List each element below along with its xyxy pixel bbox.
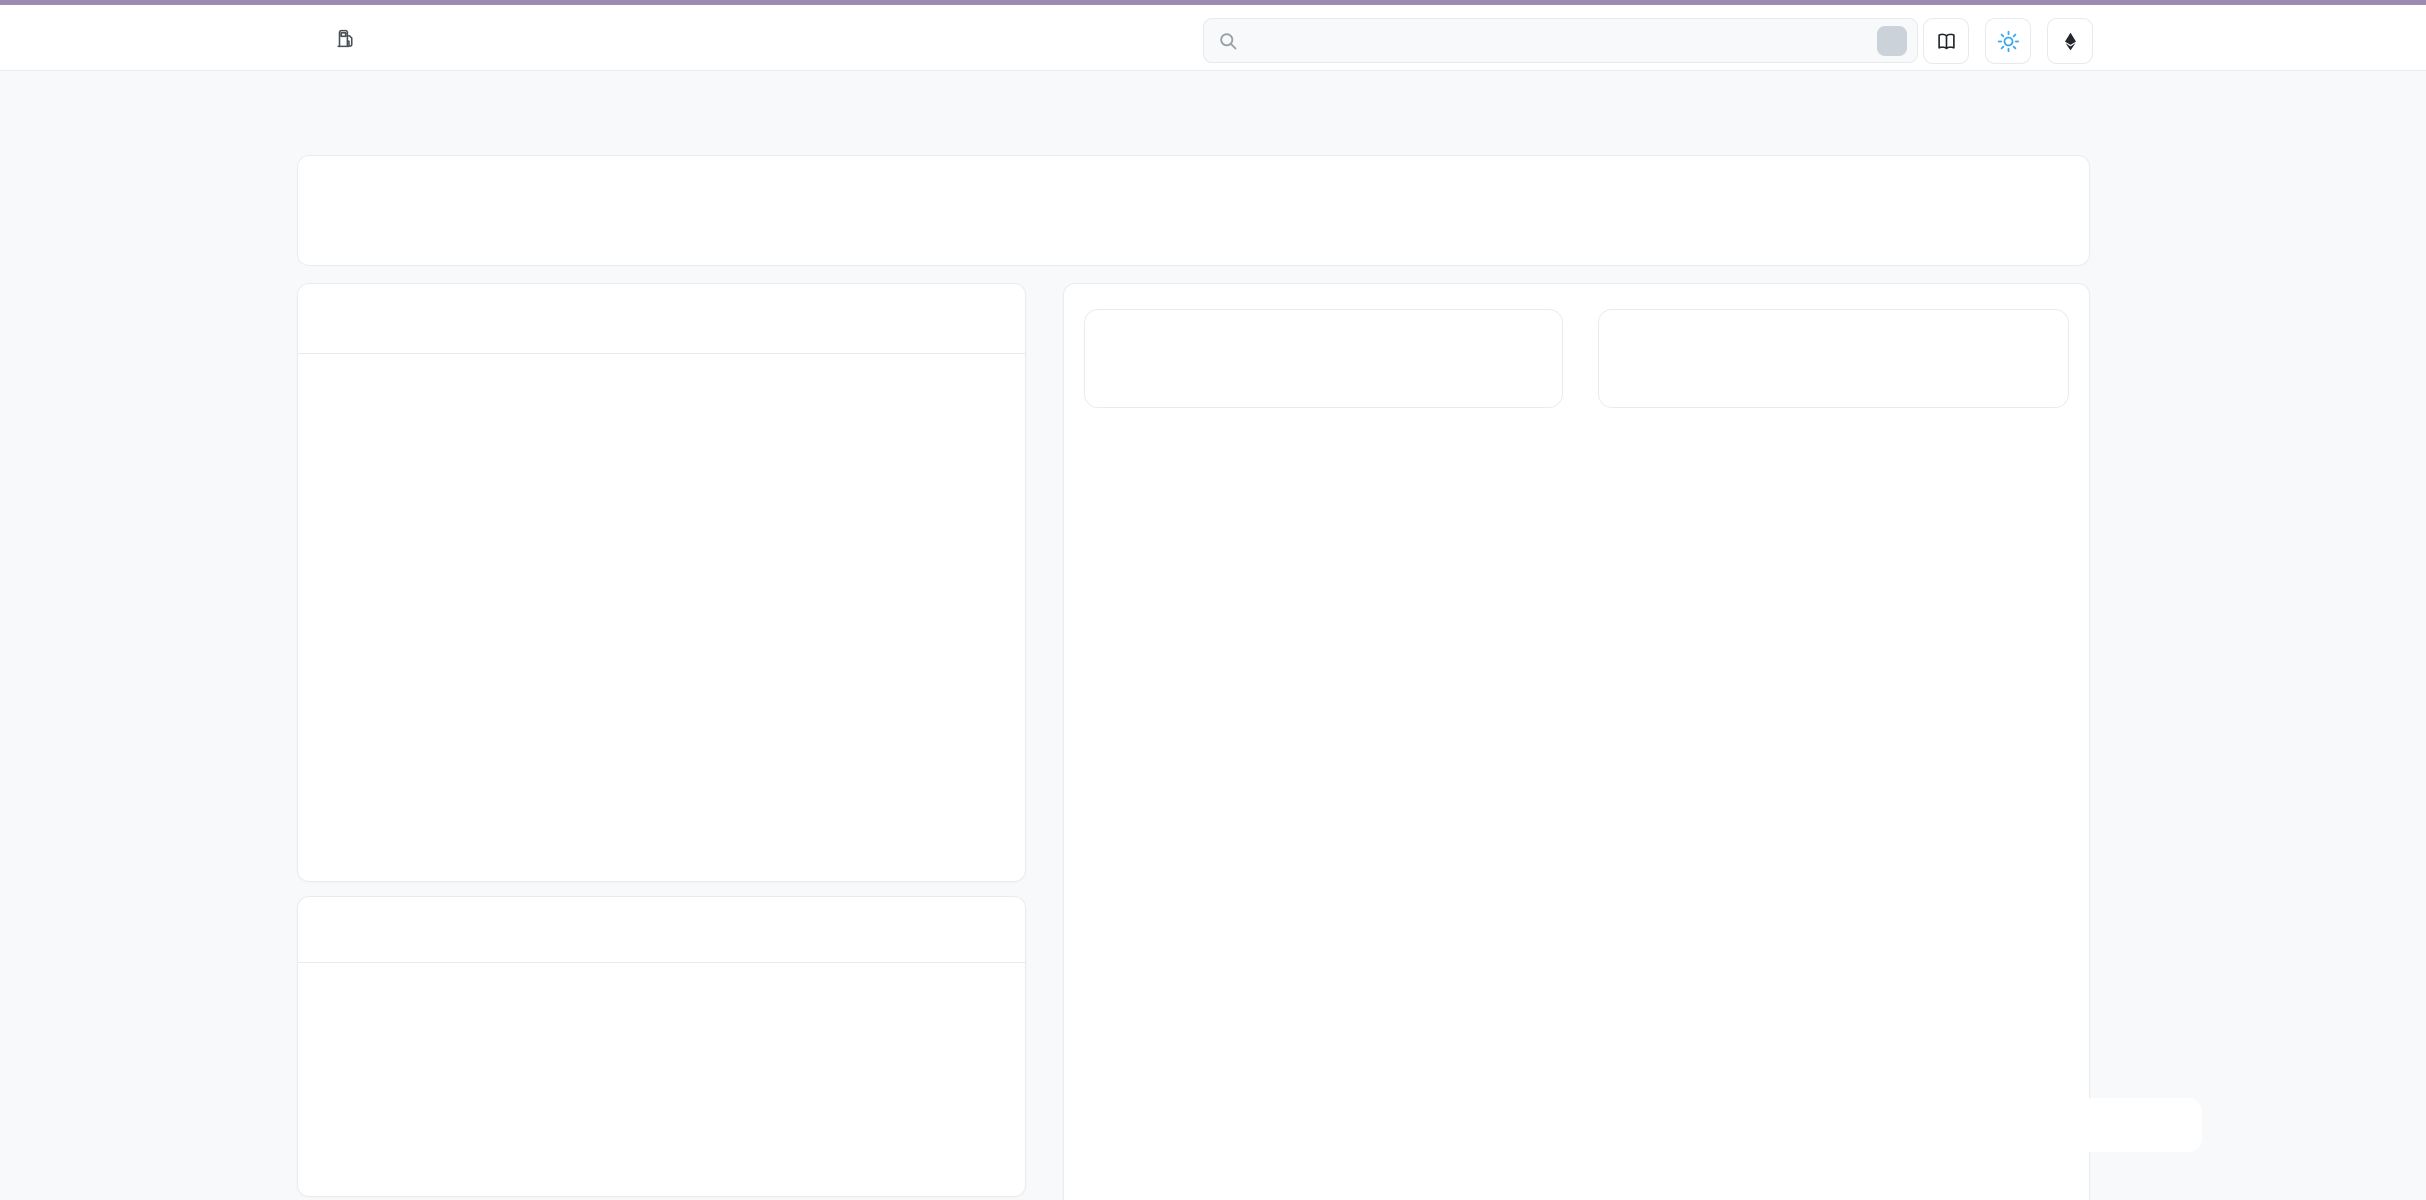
- book-icon: [1935, 30, 1958, 53]
- docs-button[interactable]: [1923, 18, 1969, 64]
- supply-pie-chart: [1316, 457, 1836, 977]
- market-cap-stat-card: [1598, 309, 2069, 408]
- supply-chart-card: [1063, 283, 2090, 1200]
- price-card-title: [298, 897, 1025, 963]
- total-supply-stat-card: [1084, 309, 1563, 408]
- distribution-data-source: [322, 354, 1001, 382]
- sun-icon: [1997, 30, 2020, 53]
- description-card: [297, 155, 2090, 266]
- network-selector-button[interactable]: [2047, 18, 2093, 64]
- price-per-ether-card: [297, 896, 1026, 1197]
- theme-toggle-button[interactable]: [1985, 18, 2031, 64]
- search-box[interactable]: [1203, 18, 1918, 63]
- search-icon: [1218, 31, 1238, 51]
- search-input[interactable]: [1248, 32, 1877, 50]
- distribution-card-title: [298, 284, 1025, 354]
- gas-pump-icon: [336, 28, 357, 49]
- search-shortcut-badge: [1877, 26, 1907, 56]
- price-gas-summary: [297, 5, 371, 71]
- ether-distribution-card: [297, 283, 1026, 882]
- ethereum-icon: [2060, 31, 2081, 52]
- overlay-artifact: [2030, 1098, 2202, 1152]
- price-data-source: [322, 963, 1001, 991]
